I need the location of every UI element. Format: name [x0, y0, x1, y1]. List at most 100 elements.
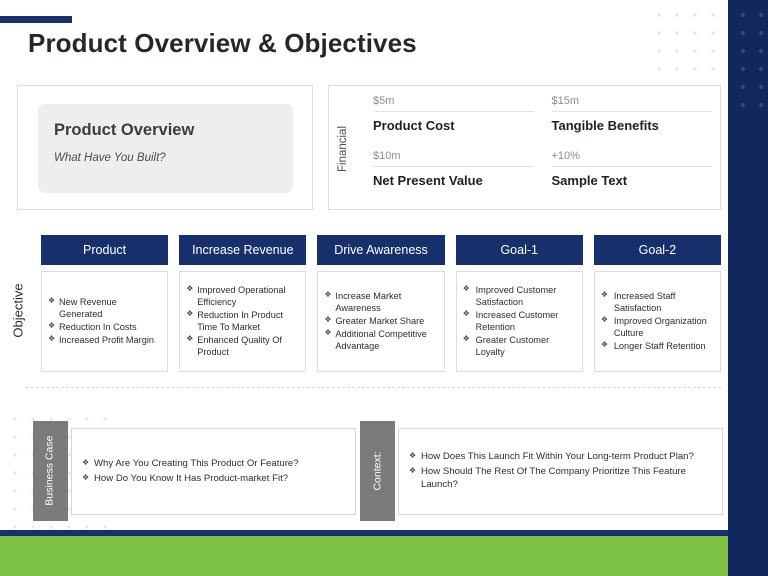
diamond-bullet-icon: ❖ [186, 334, 194, 344]
product-overview-heading: Product Overview [54, 121, 195, 139]
context-box: ❖ How Does This Launch Fit Within Your Lo… [398, 428, 723, 515]
financial-cell: $5m Product Cost [373, 95, 534, 146]
bullet-text: Reduction In Costs [59, 322, 137, 332]
objective-column-header: Drive Awareness [317, 235, 445, 265]
diamond-bullet-icon: ❖ [600, 314, 608, 324]
bullet-item: ❖ Longer Staff Retention [601, 340, 713, 352]
objective-column-drive-awareness[interactable]: Drive Awareness ❖ Increase Market Awarene… [317, 235, 445, 372]
objective-axis-label-text: Objective [10, 282, 26, 338]
accent-bar-bottom-green [0, 536, 728, 576]
bullet-item: ❖ Greater Market Share [324, 315, 436, 327]
diamond-bullet-icon: ❖ [82, 472, 90, 482]
context-tab: Context: [360, 421, 395, 521]
objective-axis-label: Objective [5, 250, 31, 370]
bullet-text: Longer Staff Retention [613, 341, 706, 352]
objective-column-goal-1[interactable]: Goal-1 ❖ Improved Customer Satisfaction ❖ I… [455, 235, 583, 372]
financial-axis-label-text: Financial [337, 125, 349, 172]
bullet-item: ❖ Increased Customer Retention [463, 309, 575, 333]
bullet-item: ❖ Increased Staff Satisfaction [601, 290, 713, 314]
objective-column-body: ❖ Improved Customer Satisfaction ❖ Increase… [455, 271, 583, 372]
accent-bar-top-left [0, 16, 72, 23]
business-case-box: ❖ Why Are You Creating This Product Or Fe… [71, 428, 356, 515]
objective-column-header: Goal-2 [593, 235, 722, 265]
diamond-bullet-icon: ❖ [324, 328, 332, 338]
bullet-item: ❖ Additional Competitive Advantage [324, 328, 436, 352]
bullet-list: ❖ Increase Market Awareness ❖ Greater Marke… [324, 290, 436, 354]
financial-cell: $15m Tangible Benefits [551, 95, 712, 146]
context-tab-label: Context: [371, 451, 384, 491]
financial-grid: $5m Product Cost $15m Tangible Benefits … [373, 95, 712, 201]
bullet-text: Improved Customer Satisfaction [475, 284, 557, 307]
objective-columns: Product ❖ New Revenue Generated ❖ Reduction… [41, 235, 722, 372]
objective-column-product[interactable]: Product ❖ New Revenue Generated ❖ Reduction… [41, 235, 169, 372]
bullet-text: Improved Operational Efficiency [197, 284, 286, 307]
financial-card: Financial $5m Product Cost $15m Tangible… [328, 85, 721, 210]
product-overview-panel: Product Overview What Have You Built? [38, 104, 293, 193]
financial-label: Net Present Value [373, 173, 483, 188]
bullet-item: ❖ Reduction In Product Time To Market [186, 309, 298, 333]
bullet-text: Improved Organization Culture [613, 315, 707, 339]
objective-column-header: Product [41, 235, 169, 265]
slide-canvas: Product Overview & Objectives Product Ov… [0, 0, 768, 576]
dot-grid-navy-panel [728, 0, 768, 120]
financial-cell: $10m Net Present Value [373, 150, 534, 201]
bullet-item: ❖ How Do You Know It Has Product-market F… [82, 472, 299, 486]
diamond-bullet-icon: ❖ [462, 308, 470, 318]
bullet-text: Increased Staff Satisfaction [613, 290, 676, 313]
bullet-item: ❖ How Does This Launch Fit Within Your Lo… [409, 450, 712, 464]
page-title: Product Overview & Objectives [28, 28, 417, 58]
bullet-text: Why Are You Creating This Product Or Fea… [94, 457, 299, 469]
objective-column-goal-2[interactable]: Goal-2 ❖ Increased Staff Satisfaction ❖ Imp… [593, 235, 722, 372]
bullet-text: Increased Profit Margin [59, 335, 154, 346]
bullet-item: ❖ Improved Operational Efficiency [186, 284, 298, 308]
bullet-text: Enhanced Quality Of Product [197, 335, 282, 358]
diamond-bullet-icon: ❖ [462, 283, 470, 293]
section-divider [26, 387, 721, 388]
diamond-bullet-icon: ❖ [48, 334, 56, 344]
diamond-bullet-icon: ❖ [409, 465, 417, 475]
bullet-item: ❖ Improved Organization Culture [601, 315, 713, 339]
product-overview-card: Product Overview What Have You Built? [17, 85, 313, 210]
bullet-item: ❖ Enhanced Quality Of Product [186, 334, 298, 358]
bullet-item: ❖ New Revenue Generated [48, 296, 160, 320]
bullet-text: New Revenue Generated [59, 296, 117, 319]
bullet-item: ❖ Why Are You Creating This Product Or Fe… [82, 457, 299, 471]
diamond-bullet-icon: ❖ [186, 283, 194, 293]
right-navy-panel [728, 0, 768, 576]
bullet-list: ❖ Improved Customer Satisfaction ❖ Increase… [463, 284, 575, 360]
objective-column-header: Increase Revenue [179, 235, 307, 265]
financial-label: Tangible Benefits [551, 118, 659, 133]
bullet-list: ❖ Increased Staff Satisfaction ❖ Improved O… [601, 290, 713, 354]
objective-column-body: ❖ Increased Staff Satisfaction ❖ Improved O… [593, 271, 722, 372]
diamond-bullet-icon: ❖ [324, 314, 332, 324]
product-overview-subheading: What Have You Built? [54, 152, 166, 164]
business-case-tab-label: Business Case [43, 435, 56, 507]
bullet-text: Increased Customer Retention [475, 309, 559, 332]
bullet-item: ❖ Reduction In Costs [48, 321, 160, 333]
bullet-text: How Do You Know It Has Product-market Fi… [94, 472, 289, 484]
diamond-bullet-icon: ❖ [600, 340, 608, 350]
financial-value: $5m [373, 95, 395, 107]
objective-column-body: ❖ Improved Operational Efficiency ❖ Reducti… [179, 271, 307, 372]
objective-column-body: ❖ Increase Market Awareness ❖ Greater Marke… [317, 271, 445, 372]
bullet-text: Reduction In Product Time To Market [197, 309, 284, 332]
diamond-bullet-icon: ❖ [82, 457, 90, 467]
diamond-bullet-icon: ❖ [186, 308, 194, 318]
bullet-item: ❖ Increase Market Awareness [324, 290, 436, 314]
bullet-text: How Should The Rest Of The Company Prior… [421, 465, 687, 491]
financial-value: +10% [551, 150, 580, 162]
bullet-text: Greater Customer Loyalty [475, 335, 550, 358]
bullet-list: ❖ Improved Operational Efficiency ❖ Reducti… [186, 284, 298, 360]
financial-value: $15m [551, 95, 580, 107]
bullet-text: Additional Competitive Advantage [335, 329, 427, 352]
bullet-item: ❖ Greater Customer Loyalty [463, 334, 575, 358]
diamond-bullet-icon: ❖ [600, 289, 608, 299]
diamond-bullet-icon: ❖ [462, 334, 470, 344]
bullet-list: ❖ New Revenue Generated ❖ Reduction In Cost… [48, 296, 160, 348]
objective-column-increase-revenue[interactable]: Increase Revenue ❖ Improved Operational E… [179, 235, 307, 372]
financial-cell: +10% Sample Text [551, 150, 712, 201]
financial-label: Sample Text [551, 173, 628, 188]
objective-column-header: Goal-1 [455, 235, 583, 265]
business-case-tab: Business Case [33, 421, 68, 521]
diamond-bullet-icon: ❖ [324, 289, 332, 299]
